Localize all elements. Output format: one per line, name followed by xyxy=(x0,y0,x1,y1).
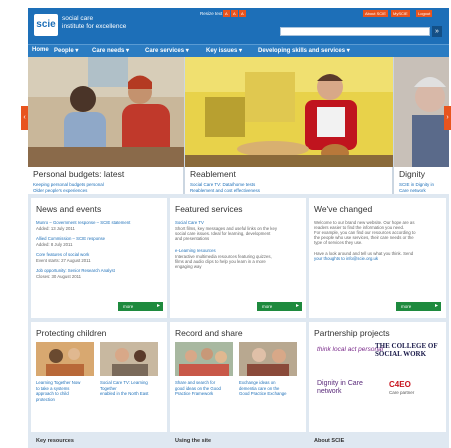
text-size-large-button[interactable]: A xyxy=(239,10,246,17)
main-nav: Home People ▾ Care needs ▾ Care services… xyxy=(28,44,449,57)
news-link[interactable]: Allied Commission – SCIE response xyxy=(36,236,105,241)
nav-care-services[interactable]: Care services ▾ xyxy=(145,47,189,54)
site-header: scie social care institute for excellenc… xyxy=(28,8,449,44)
good-practice-exchange-thumbnail[interactable] xyxy=(239,342,297,376)
feature-carousel: Personal budgets: latest Keeping persona… xyxy=(28,57,449,194)
footer-about-scie[interactable]: About SCIE xyxy=(314,438,344,444)
changed-text: type of services they use. xyxy=(314,240,363,245)
reablement-photo[interactable] xyxy=(185,57,393,167)
carousel-next-arrow-icon[interactable]: › xyxy=(444,106,451,130)
news-link[interactable]: Munro – Government response – SCIE state… xyxy=(36,220,130,225)
think-local-act-personal-logo[interactable]: think local act personal xyxy=(317,346,383,353)
nav-developing-skills[interactable]: Developing skills and services ▾ xyxy=(258,47,350,54)
slide-link[interactable]: Social Care TV: Data/home tests xyxy=(190,182,255,187)
news-date: Event starts: 27 August 2011 xyxy=(36,258,91,263)
caption-line: Practice Framework xyxy=(175,391,214,396)
slide-title[interactable]: Personal budgets: latest xyxy=(33,169,124,179)
dignity-photo[interactable] xyxy=(394,57,449,167)
protecting-children-panel: Protecting children Learning Together No… xyxy=(31,322,167,432)
news-date: Added: 8 July 2011 xyxy=(36,242,73,247)
caption-line: enabled in the North East xyxy=(100,391,149,396)
record-share-panel: Record and share Share and search for go… xyxy=(170,322,306,432)
scie-logo[interactable]: scie xyxy=(34,14,58,36)
thumbnail-caption[interactable]: Share and search for good ideas on the G… xyxy=(175,380,235,397)
slide-link[interactable]: Care network xyxy=(399,188,426,193)
news-date: Closes: 30 August 2011 xyxy=(36,274,82,279)
page: scie social care institute for excellenc… xyxy=(28,8,449,448)
logout-link[interactable]: Logout xyxy=(416,10,433,17)
carousel-prev-arrow-icon[interactable]: ‹ xyxy=(21,106,28,130)
text-size-small-button[interactable]: A xyxy=(223,10,230,17)
slide-link[interactable]: Reablement and cost effectiveness xyxy=(190,188,260,193)
c4eo-logo[interactable]: C4EO xyxy=(389,380,411,389)
nav-home[interactable]: Home xyxy=(32,47,49,53)
college-of-social-work-logo[interactable]: THE COLLEGE OF SOCIAL WORK xyxy=(375,342,443,358)
panel-title: Record and share xyxy=(175,328,243,338)
news-more-button[interactable]: more ▸ xyxy=(118,302,163,311)
text-size-medium-button[interactable]: A xyxy=(231,10,238,17)
featured-panel: Featured services Social Care TV Short f… xyxy=(170,198,306,318)
search-button[interactable]: » xyxy=(432,26,442,37)
panel-title: We've changed xyxy=(314,204,373,214)
nav-key-issues[interactable]: Key issues ▾ xyxy=(206,47,242,54)
featured-text: and presentations xyxy=(175,236,210,241)
panel-title: News and events xyxy=(36,204,102,214)
more-label: more xyxy=(401,304,412,309)
slide-caption-reablement: Reablement Social Care TV: Data/home tes… xyxy=(185,167,393,194)
news-link[interactable]: Core features of social work xyxy=(36,252,89,257)
arrow-right-icon: ▸ xyxy=(434,303,438,309)
slide-link[interactable]: SCIE in Dignity in xyxy=(399,182,434,187)
more-label: more xyxy=(262,304,273,309)
featured-text: engaging way xyxy=(175,264,202,269)
dignity-in-care-logo[interactable]: Dignity in Care network xyxy=(317,380,371,396)
org-name-line1: social care xyxy=(62,15,94,22)
good-practice-framework-thumbnail[interactable] xyxy=(175,342,233,376)
social-care-tv-thumbnail[interactable] xyxy=(100,342,158,376)
nav-people[interactable]: People ▾ xyxy=(54,47,78,54)
changed-more-button[interactable]: more ▸ xyxy=(396,302,441,311)
changed-panel: We've changed Welcome to our brand new w… xyxy=(309,198,446,318)
slide-caption-dignity: Dignity SCIE in Dignity in Care network xyxy=(394,167,449,194)
contact-email-link[interactable]: your thoughts to info@scie.org.uk xyxy=(314,256,378,261)
more-label: more xyxy=(123,304,134,309)
slide-link[interactable]: Older people's experiences xyxy=(33,188,87,193)
resize-text-label: Resize text xyxy=(200,11,223,16)
search-input[interactable] xyxy=(280,27,430,36)
partnership-panel: Partnership projects think local act per… xyxy=(309,322,446,432)
c4eo-subtitle: Care partner xyxy=(389,390,415,395)
nav-care-needs[interactable]: Care needs ▾ xyxy=(92,47,129,54)
news-date: Added: 13 July 2011 xyxy=(36,226,75,231)
news-panel: News and events Munro – Government respo… xyxy=(31,198,167,318)
caption-line: Social Care TV: Learning Together xyxy=(100,380,148,391)
featured-more-button[interactable]: more ▸ xyxy=(257,302,302,311)
panel-title: Featured services xyxy=(175,204,243,214)
footer-key-resources[interactable]: Key resources xyxy=(36,438,74,444)
caption-line: Good Practice Exchange xyxy=(239,391,287,396)
slide-title[interactable]: Dignity xyxy=(399,169,425,179)
slide-title[interactable]: Reablement xyxy=(190,169,236,179)
footer-using-the-site[interactable]: Using the site xyxy=(175,438,211,444)
panel-title: Protecting children xyxy=(36,328,107,338)
myscie-link[interactable]: MySCIE xyxy=(391,10,410,17)
personal-budgets-photo[interactable] xyxy=(28,57,184,167)
thumbnail-caption[interactable]: Learning Together Now to take a systems … xyxy=(36,380,96,402)
caption-line: protection xyxy=(36,396,55,402)
e-learning-link[interactable]: e-Learning resources xyxy=(175,248,216,253)
arrow-right-icon: ▸ xyxy=(156,303,160,309)
arrow-right-icon: ▸ xyxy=(295,303,299,309)
about-scie-link[interactable]: About SCIE xyxy=(363,10,388,17)
slide-caption-personal-budgets: Personal budgets: latest Keeping persona… xyxy=(28,167,184,194)
panel-title: Partnership projects xyxy=(314,328,390,338)
news-link[interactable]: Job opportunity: Senior Research Analyst xyxy=(36,268,115,273)
social-care-tv-link[interactable]: Social Care TV xyxy=(175,220,204,225)
slide-link[interactable]: Keeping personal budgets personal xyxy=(33,182,104,187)
org-name: social care institute for excellence xyxy=(62,15,126,31)
thumbnail-caption[interactable]: Exchange ideas on dementia care on the G… xyxy=(239,380,299,397)
learning-together-thumbnail[interactable] xyxy=(36,342,94,376)
org-name-line2: institute for excellence xyxy=(62,23,127,30)
thumbnail-caption[interactable]: Social Care TV: Learning Together enable… xyxy=(100,380,160,397)
